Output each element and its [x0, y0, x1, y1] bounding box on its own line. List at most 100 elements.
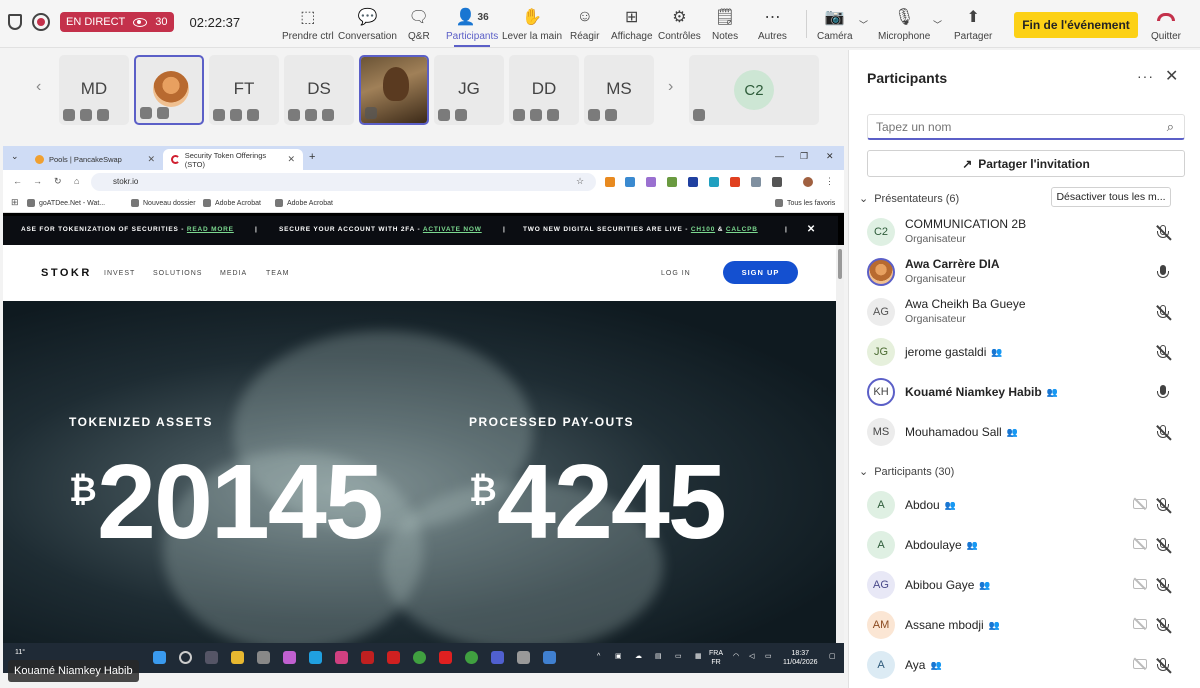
end-event-button[interactable]: Fin de l'événement [1014, 12, 1138, 38]
participant-row[interactable]: AM Assane mbodji 👥 [849, 606, 1200, 646]
file-explorer-icon[interactable] [231, 651, 244, 664]
chrome-icon[interactable] [465, 651, 478, 664]
nav-invest[interactable]: INVEST [104, 270, 135, 277]
settings-icon[interactable] [517, 651, 530, 664]
app-icon[interactable] [335, 651, 348, 664]
video-tile[interactable] [359, 55, 429, 125]
input-language[interactable]: FRA FR [709, 649, 723, 667]
extension-icon[interactable] [667, 177, 677, 187]
video-tile[interactable]: DS [284, 55, 354, 125]
forward-icon[interactable]: → [33, 176, 42, 186]
chrome-icon[interactable] [413, 651, 426, 664]
clock[interactable]: 18:37 11/04/2026 [783, 649, 818, 667]
featured-tile[interactable]: C2 [689, 55, 819, 125]
tray-chevron-icon[interactable]: ^ [597, 652, 600, 661]
bookmark-folder[interactable]: Nouveau dossier [131, 199, 196, 207]
task-view-icon[interactable] [205, 651, 218, 664]
mic-off-icon[interactable] [1156, 305, 1170, 321]
extension-icon[interactable] [625, 177, 635, 187]
leave-button[interactable]: Quitter [1151, 6, 1181, 42]
participant-row[interactable]: A Abdou 👥 [849, 486, 1200, 526]
app-icon[interactable] [283, 651, 296, 664]
close-window-icon[interactable]: ✕ [826, 151, 834, 162]
signup-button[interactable]: SIGN UP [723, 261, 798, 284]
tab-menu-chevron-icon[interactable]: ⌄ [11, 151, 19, 162]
extension-icon[interactable] [688, 177, 698, 187]
participant-row[interactable]: JG jerome gastaldi 👥 [849, 333, 1200, 373]
video-tile[interactable]: DD [509, 55, 579, 125]
take-control-button[interactable]: ⬚ Prendre ctrl [282, 6, 334, 42]
new-tab-icon[interactable]: + [309, 151, 315, 163]
recording-icon[interactable] [32, 13, 50, 31]
video-tile[interactable]: MS [584, 55, 654, 125]
bookmark-item[interactable]: Adobe Acrobat [275, 199, 333, 207]
video-tile[interactable]: MD [59, 55, 129, 125]
search-icon[interactable] [179, 651, 192, 664]
view-button[interactable]: ⊞ Affichage [611, 6, 653, 42]
apps-grid-icon[interactable]: ⊞ [11, 197, 19, 208]
extension-icon[interactable] [646, 177, 656, 187]
camera-options-chevron-icon[interactable]: ﹀ [859, 18, 868, 31]
edge-icon[interactable] [309, 651, 322, 664]
participant-row[interactable]: AG Awa Cheikh Ba Gueye Organisateur [849, 293, 1200, 333]
bookmark-star-icon[interactable]: ☆ [576, 176, 584, 187]
teams-icon[interactable] [491, 651, 504, 664]
tray-app-icon[interactable]: ▭ [675, 652, 682, 661]
start-icon[interactable] [153, 651, 166, 664]
bookmark-item[interactable]: Adobe Acrobat [203, 199, 261, 207]
profile-avatar[interactable] [803, 177, 813, 187]
activate-now-link[interactable]: ACTIVATE NOW [423, 226, 482, 233]
back-icon[interactable]: ← [13, 176, 22, 186]
mic-off-icon[interactable] [1156, 225, 1170, 241]
mic-off-icon[interactable] [1156, 658, 1170, 674]
notes-button[interactable]: 🗒 Notes [712, 6, 738, 42]
home-icon[interactable]: ⌂ [74, 176, 79, 186]
shield-icon[interactable] [8, 14, 22, 30]
extension-icon[interactable] [709, 177, 719, 187]
participant-search[interactable]: ⌕ [867, 114, 1185, 140]
notifications-icon[interactable]: ▢ [829, 652, 836, 661]
browser-tab-active[interactable]: Security Token Offerings (STO) ✕ [163, 149, 303, 170]
participants-section-header[interactable]: ⌄ Participants (30) [859, 465, 954, 479]
extensions-puzzle-icon[interactable] [772, 177, 782, 187]
close-tab-icon[interactable]: ✕ [147, 154, 155, 165]
video-tile[interactable]: FT [209, 55, 279, 125]
camera-button[interactable]: 📷 Caméra [817, 6, 853, 42]
participant-row[interactable]: KH Kouamé Niamkey Habib 👥 [849, 373, 1200, 413]
participant-row[interactable]: A Aya 👥 [849, 646, 1200, 686]
extension-icon[interactable] [751, 177, 761, 187]
office-icon[interactable] [439, 651, 452, 664]
participants-button[interactable]: 👤 36 Participants [446, 6, 498, 47]
participant-row[interactable]: C2 COMMUNICATION 2B Organisateur [849, 213, 1200, 253]
mic-on-icon[interactable] [1156, 385, 1170, 401]
video-tile[interactable]: JG [434, 55, 504, 125]
tray-app-icon[interactable]: ▤ [655, 652, 662, 661]
onedrive-icon[interactable]: ☁ [635, 652, 642, 661]
search-icon[interactable]: ⌕ [1167, 119, 1174, 135]
strip-next-chevron-icon[interactable]: › [668, 78, 673, 96]
react-button[interactable]: ☺ Réagir [570, 6, 599, 42]
tray-app-icon[interactable]: ▣ [615, 652, 622, 661]
nav-team[interactable]: TEAM [266, 270, 289, 277]
minimize-icon[interactable]: — [775, 151, 784, 161]
strip-prev-chevron-icon[interactable]: ‹ [36, 78, 41, 96]
mic-off-icon[interactable] [1156, 498, 1170, 514]
search-input[interactable] [876, 120, 1146, 134]
close-tab-icon[interactable]: ✕ [287, 154, 295, 165]
presenters-section-header[interactable]: ⌄ Présentateurs (6) [859, 192, 959, 206]
calcpb-link[interactable]: CALCPB [726, 226, 758, 233]
app-icon[interactable] [361, 651, 374, 664]
mic-off-icon[interactable] [1156, 618, 1170, 634]
all-bookmarks-folder[interactable]: Tous les favoris [775, 199, 835, 207]
participant-row[interactable]: AG Abibou Gaye 👥 [849, 566, 1200, 606]
weather-widget[interactable]: 11° [15, 649, 25, 656]
page-scrollbar[interactable] [836, 245, 844, 643]
battery-icon[interactable]: ▭ [765, 652, 772, 661]
raise-hand-button[interactable]: ✋ Lever la main [502, 6, 562, 42]
video-tile[interactable] [134, 55, 204, 125]
browser-menu-icon[interactable]: ⋮ [825, 176, 834, 187]
reload-icon[interactable]: ↻ [54, 176, 62, 187]
app-icon[interactable] [387, 651, 400, 664]
mic-off-icon[interactable] [1156, 425, 1170, 441]
share-button[interactable]: ⬆ Partager [954, 6, 992, 42]
